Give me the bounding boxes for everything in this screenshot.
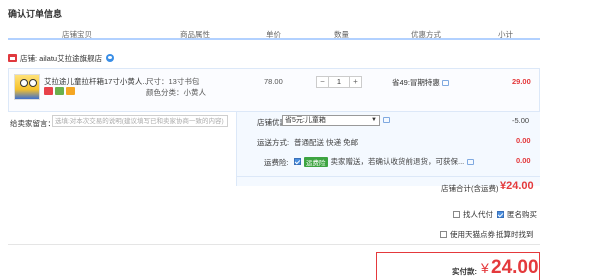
anonymous-checkbox[interactable] <box>497 211 504 218</box>
payment-amount: 24.00 <box>491 257 539 278</box>
tmall-points-label: 使用天猫点券 <box>450 230 495 239</box>
column-header-price: 单价 <box>266 30 281 39</box>
proxy-pay-checkbox[interactable] <box>453 211 460 218</box>
payment-currency: ¥ <box>481 260 489 276</box>
insurance-row: 运费险 卖家赠送，若确认收货前退货，可获保... <box>294 156 475 167</box>
proxy-pay-label: 找人代付 <box>463 210 493 219</box>
product-thumbnail[interactable] <box>14 74 40 100</box>
page-title: 确认订单信息 <box>8 9 63 19</box>
service-badge-icon <box>66 87 75 95</box>
dropdown-arrow-icon: ▼ <box>371 117 377 123</box>
shipping-method: 普通配送 快递 免邮 <box>294 138 359 147</box>
promotion-info-icon[interactable] <box>441 79 449 86</box>
wangwang-chat-icon[interactable] <box>106 54 115 62</box>
store-promo-amount: -5.00 <box>512 116 530 125</box>
item-size: 尺寸：13寸书包 <box>146 77 200 86</box>
tmall-points-option[interactable]: 使用天猫点券 <box>440 229 495 240</box>
message-input[interactable]: 选填:对本次交易的说明(建议填写已和卖家协商一致的内容) <box>52 115 228 127</box>
column-header-quantity: 数量 <box>334 30 349 39</box>
item-row <box>8 68 540 112</box>
store-total-value: ¥24.00 <box>500 180 534 192</box>
payment-label: 实付款: <box>452 267 477 276</box>
store-promo-value: 省5元:儿童箱 <box>285 117 326 124</box>
insurance-text: 卖家赠送，若确认收货前退货，可获保... <box>330 157 465 166</box>
quantity-stepper: − 1 + <box>316 76 362 88</box>
anonymous-option[interactable]: 匿名购买 <box>497 209 537 220</box>
column-header-item: 店铺宝贝 <box>62 30 92 39</box>
item-color: 颜色分类：小黄人 <box>146 88 206 97</box>
column-header-subtotal: 小计 <box>498 30 513 39</box>
service-badge-icon <box>44 87 53 95</box>
insurance-label: 运费险: <box>264 158 289 167</box>
shop-link[interactable]: 店铺: ailatu艾拉途旗舰店 <box>20 53 102 64</box>
shop-icon <box>8 54 17 62</box>
quantity-increase-button[interactable]: + <box>350 77 361 87</box>
insurance-checkbox[interactable] <box>294 158 301 165</box>
divider <box>8 244 540 245</box>
promotion-text: 省49:冒期特惠 <box>392 78 440 87</box>
service-badges <box>44 87 75 95</box>
proxy-pay-option[interactable]: 找人代付 <box>453 209 493 220</box>
unit-price: 78.00 <box>264 77 283 86</box>
service-badge-icon <box>55 87 64 95</box>
item-title-link[interactable]: 艾拉途儿童拉杆箱17寸小黄人... <box>44 76 149 87</box>
quantity-input[interactable]: 1 <box>328 77 350 87</box>
shop-row: 店铺: ailatu艾拉途旗舰店 <box>8 52 115 64</box>
insurance-info-icon[interactable] <box>467 158 475 165</box>
insurance-badge: 运费险 <box>304 156 328 167</box>
tmall-points-checkbox[interactable] <box>440 231 447 238</box>
points-offset-label: 抵算时找到 <box>496 230 534 239</box>
table-header: 店铺宝贝 商品属性 单价 数量 优惠方式 小计 <box>8 26 540 40</box>
shipping-label: 运送方式: <box>257 138 290 147</box>
shipping-amount: 0.00 <box>516 136 531 145</box>
points-offset-text: 抵算时找到 <box>496 229 534 240</box>
item-subtotal: 29.00 <box>512 77 531 86</box>
insurance-amount: 0.00 <box>516 156 531 165</box>
store-promo-select[interactable]: 省5元:儿童箱 ▼ <box>282 115 380 126</box>
quantity-decrease-button[interactable]: − <box>317 77 328 87</box>
anonymous-label: 匿名购买 <box>507 210 537 219</box>
column-header-promotion: 优惠方式 <box>411 30 441 39</box>
column-header-attributes: 商品属性 <box>180 30 210 39</box>
message-label: 给卖家留言： <box>10 119 55 128</box>
store-total-label: 店铺合计(含运费) <box>441 184 499 193</box>
store-promo-info-icon[interactable] <box>383 117 390 123</box>
item-promotion: 省49:冒期特惠 <box>392 77 449 88</box>
